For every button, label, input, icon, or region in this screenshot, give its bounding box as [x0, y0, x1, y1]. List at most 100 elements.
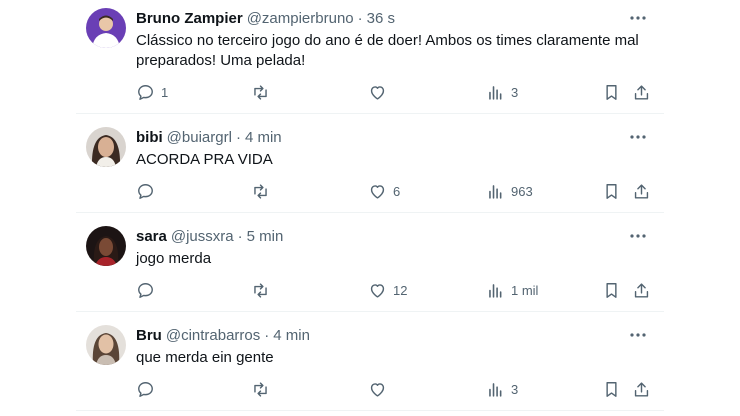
views-icon: [489, 85, 502, 100]
reply-count: 1: [161, 84, 169, 100]
like-button[interactable]: 6: [368, 181, 400, 201]
bookmark-button[interactable]: [602, 280, 621, 300]
display-name[interactable]: Bru: [136, 327, 162, 344]
user-handle[interactable]: @buiargrl: [167, 129, 232, 146]
share-icon: [634, 282, 649, 298]
separator: ·: [235, 128, 241, 146]
retweet-button[interactable]: [251, 379, 276, 399]
tweet-header: sara @jussxra · 5 min: [136, 226, 283, 246]
bookmark-button[interactable]: [602, 82, 621, 102]
divider: [76, 311, 664, 312]
reply-button[interactable]: [136, 181, 161, 201]
like-icon: [370, 382, 385, 397]
divider: [76, 113, 664, 114]
views-button[interactable]: 3: [486, 82, 518, 102]
more-icon[interactable]: [628, 228, 648, 244]
bookmark-button[interactable]: [602, 181, 621, 201]
share-icon: [634, 183, 649, 199]
reply-icon: [138, 381, 153, 397]
user-handle[interactable]: @cintrabarros: [166, 327, 260, 344]
views-icon: [489, 382, 502, 397]
bookmark-icon: [606, 183, 617, 199]
like-button[interactable]: [368, 379, 393, 399]
display-name[interactable]: sara: [136, 228, 167, 245]
views-count: 3: [511, 84, 519, 100]
action-bar: 1 3: [136, 82, 656, 102]
bookmark-icon: [606, 282, 617, 298]
more-icon[interactable]: [628, 129, 648, 145]
timestamp[interactable]: 4 min: [245, 129, 282, 146]
timestamp[interactable]: 5 min: [247, 228, 284, 245]
reply-feed: Bruno Zampier @zampierbruno · 36 s Cláss…: [76, 0, 664, 416]
reply-icon: [138, 282, 153, 298]
retweet-button[interactable]: [251, 280, 276, 300]
views-icon: [489, 283, 502, 298]
tweet[interactable]: Bru @cintrabarros · 4 min que merda ein …: [76, 325, 664, 403]
tweet-text: ACORDA PRA VIDA: [136, 151, 273, 168]
tweet-text: Clássico no terceiro jogo do ano é de do…: [136, 32, 639, 69]
action-bar: 6 963: [136, 181, 656, 201]
tweet-text: jogo merda: [136, 250, 212, 267]
tweet[interactable]: bibi @buiargrl · 4 min ACORDA PRA VIDA 6: [76, 127, 664, 205]
views-button[interactable]: 963: [486, 181, 533, 201]
views-count: 3: [511, 381, 519, 397]
views-button[interactable]: 1 mil: [486, 280, 538, 300]
retweet-button[interactable]: [251, 82, 276, 102]
user-handle[interactable]: @jussxra: [171, 228, 234, 245]
share-icon: [634, 84, 649, 100]
timestamp[interactable]: 36 s: [367, 10, 395, 27]
share-button[interactable]: [632, 280, 651, 300]
bookmark-icon: [606, 381, 617, 397]
tweet-header: bibi @buiargrl · 4 min: [136, 127, 282, 147]
avatar[interactable]: [86, 127, 126, 167]
action-bar: 12 1 mil: [136, 280, 656, 300]
tweet-header: Bruno Zampier @zampierbruno · 36 s: [136, 8, 395, 28]
like-icon: [370, 184, 385, 199]
separator: ·: [264, 326, 270, 344]
share-button[interactable]: [632, 82, 651, 102]
share-button[interactable]: [632, 379, 651, 399]
like-icon: [370, 283, 385, 298]
like-button[interactable]: [368, 82, 393, 102]
reply-button[interactable]: 1: [136, 82, 168, 102]
reply-button[interactable]: [136, 379, 161, 399]
avatar[interactable]: [86, 8, 126, 48]
tweet-text: que merda ein gente: [136, 349, 274, 366]
share-icon: [634, 381, 649, 397]
views-count: 1 mil: [511, 282, 539, 298]
retweet-icon: [254, 183, 267, 199]
bookmark-button[interactable]: [602, 379, 621, 399]
avatar[interactable]: [86, 325, 126, 365]
share-button[interactable]: [632, 181, 651, 201]
retweet-button[interactable]: [251, 181, 276, 201]
more-icon[interactable]: [628, 10, 648, 26]
views-icon: [489, 184, 502, 199]
divider: [76, 212, 664, 213]
reply-icon: [138, 84, 153, 100]
like-button[interactable]: 12: [368, 280, 407, 300]
bookmark-icon: [606, 84, 617, 100]
display-name[interactable]: bibi: [136, 129, 163, 146]
divider: [76, 410, 664, 411]
user-handle[interactable]: @zampierbruno: [247, 10, 354, 27]
views-count: 963: [511, 183, 533, 199]
views-button[interactable]: 3: [486, 379, 518, 399]
timestamp[interactable]: 4 min: [273, 327, 310, 344]
retweet-icon: [254, 282, 267, 298]
tweet[interactable]: Bruno Zampier @zampierbruno · 36 s Cláss…: [76, 8, 664, 106]
like-count: 6: [393, 183, 401, 199]
reply-button[interactable]: [136, 280, 161, 300]
action-bar: 3: [136, 379, 656, 399]
separator: ·: [237, 227, 243, 245]
like-icon: [370, 85, 385, 100]
like-count: 12: [393, 282, 408, 298]
display-name[interactable]: Bruno Zampier: [136, 10, 243, 27]
avatar[interactable]: [86, 226, 126, 266]
more-icon[interactable]: [628, 327, 648, 343]
tweet[interactable]: sara @jussxra · 5 min jogo merda 12 1 mi…: [76, 226, 664, 304]
retweet-icon: [254, 84, 267, 100]
separator: ·: [357, 9, 363, 27]
retweet-icon: [254, 381, 267, 397]
reply-icon: [138, 183, 153, 199]
tweet-header: Bru @cintrabarros · 4 min: [136, 325, 310, 345]
